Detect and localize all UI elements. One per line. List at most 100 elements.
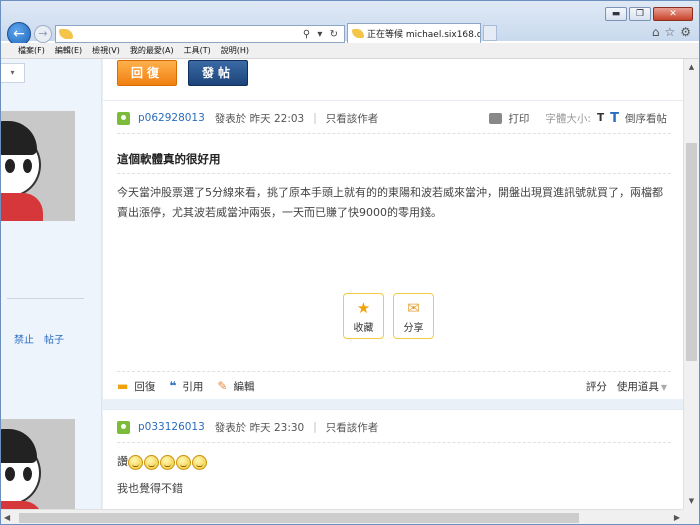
speech-bubble-icon: ▬ [117, 379, 129, 393]
printer-icon[interactable] [489, 112, 503, 124]
pencil-icon: ✎ [217, 379, 228, 393]
divider [117, 371, 671, 372]
menu-tools[interactable]: 工具(T) [184, 45, 211, 56]
gear-icon[interactable]: ⚙ [680, 25, 691, 39]
ban-link[interactable]: 禁止 [14, 331, 34, 346]
scroll-right-arrow[interactable]: ▶ [674, 510, 680, 524]
post-2: p033126013 發表於 昨天 23:30 | 只看該作者 讚 我也覺得不錯 [103, 409, 683, 509]
post-title: 這個軟體真的很好用 [117, 152, 221, 166]
edit-label: 編輯 [233, 380, 255, 393]
smiley-icon [192, 454, 207, 470]
scrollbar-corner [683, 509, 699, 524]
favorite-label: 收藏 [353, 323, 374, 334]
browser-tool-icons: ⌂ ☆ ⚙ [652, 25, 691, 39]
chevron-down-icon: ▼ [660, 382, 667, 392]
divider: | [313, 112, 317, 124]
post-1: p062928013 發表於 昨天 22:03 | 只看該作者 打印 字體大小:… [103, 101, 683, 399]
menu-bar: 檔案(F) 編輯(E) 檢視(V) 我的最愛(A) 工具(T) 說明(H) [1, 43, 699, 59]
posts-link[interactable]: 帖子 [44, 331, 64, 346]
post-time: 發表於 昨天 22:03 [214, 112, 305, 125]
tab-title: 正在等候 michael.six168.c... [367, 30, 481, 40]
quote-label: 引用 [182, 380, 204, 393]
quote-icon: ❝ [169, 379, 177, 393]
horizontal-scrollbar[interactable]: ◀ ▶ [1, 509, 683, 524]
divider [117, 173, 671, 174]
close-button[interactable]: ✕ [653, 7, 693, 21]
scroll-thumb[interactable] [686, 143, 697, 361]
menu-file[interactable]: 檔案(F) [18, 45, 45, 56]
quote-action[interactable]: ❝ 引用 [169, 379, 203, 394]
tab-favicon-icon [352, 29, 364, 38]
menu-view[interactable]: 檢視(V) [92, 45, 120, 56]
favorite-button[interactable]: ★ 收藏 [343, 293, 384, 339]
font-large-button[interactable]: T [610, 111, 619, 126]
font-small-button[interactable]: T [597, 112, 604, 124]
post-author[interactable]: p033126013 [138, 421, 205, 433]
page-viewport: ▾ 禁止 帖子 回復 發帖 p062928013 發表於 昨天 22:03 | … [1, 59, 683, 509]
browser-window: ▬ ❐ ✕ ← → ⚲ ▾ ↻ 正在等候 michael.six168.c...… [0, 0, 700, 525]
post-body-line2: 我也覺得不錯 [117, 482, 183, 495]
minimize-button[interactable]: ▬ [605, 7, 627, 21]
user-online-icon [117, 111, 130, 125]
reply-action[interactable]: ▬ 回復 [117, 379, 155, 394]
forward-button[interactable]: → [34, 25, 52, 43]
post-author[interactable]: p062928013 [138, 112, 205, 124]
post-body: 今天當沖股票選了5分線來看，挑了原本手頭上就有的的東陽和波若威來當沖，開盤出現買… [117, 186, 663, 219]
share-button[interactable]: ✉ 分享 [393, 293, 434, 339]
new-tab-button[interactable] [483, 25, 497, 41]
site-favicon-icon [59, 29, 73, 39]
home-icon[interactable]: ⌂ [652, 25, 660, 39]
smiley-icon [144, 454, 159, 470]
footer-right: 評分 使用道具 ▼ [586, 379, 667, 394]
only-author-link[interactable]: 只看該作者 [326, 420, 379, 435]
edit-action[interactable]: ✎ 編輯 [217, 379, 254, 394]
post-header: p033126013 發表於 昨天 23:30 | 只看該作者 [117, 418, 667, 436]
font-size-label: 字體大小: [545, 112, 591, 125]
window-controls: ▬ ❐ ✕ [605, 7, 693, 21]
address-controls[interactable]: ⚲ ▾ ↻ [303, 29, 340, 40]
post-button-bar: 回復 發帖 [103, 59, 683, 101]
post-time: 發表於 昨天 23:30 [214, 421, 305, 434]
smiley-icon [128, 454, 143, 470]
envelope-icon: ✉ [407, 299, 420, 317]
scroll-left-arrow[interactable]: ◀ [4, 510, 10, 524]
post-header: p062928013 發表於 昨天 22:03 | 只看該作者 打印 字體大小:… [117, 109, 667, 127]
reverse-order-link[interactable]: 倒序看帖 [625, 111, 667, 126]
only-author-link[interactable]: 只看該作者 [326, 111, 379, 126]
author-sidebar: ▾ 禁止 帖子 [1, 59, 102, 509]
menu-help[interactable]: 說明(H) [221, 45, 249, 56]
reply-label: 回復 [134, 380, 156, 393]
left-dropdown[interactable]: ▾ [1, 63, 25, 83]
smiley-icon [160, 454, 175, 470]
maximize-button[interactable]: ❐ [629, 7, 651, 21]
print-link[interactable]: 打印 [508, 111, 529, 126]
divider: | [313, 421, 317, 433]
smiley-icon [176, 454, 191, 470]
share-label: 分享 [403, 323, 424, 334]
user-online-icon [117, 420, 130, 434]
divider [117, 442, 671, 443]
new-post-button[interactable]: 發帖 [188, 60, 248, 86]
avatar[interactable] [1, 111, 75, 221]
menu-favorites[interactable]: 我的最愛(A) [130, 45, 174, 56]
post-tools: 打印 字體大小: T T 倒序看帖 [489, 111, 667, 126]
avatar[interactable] [1, 419, 75, 509]
title-bar: ▬ ❐ ✕ ← → ⚲ ▾ ↻ 正在等候 michael.six168.c...… [1, 1, 699, 46]
vertical-scrollbar[interactable]: ▲ ▼ [683, 59, 699, 509]
divider [117, 133, 671, 134]
scroll-thumb-h[interactable] [19, 513, 579, 523]
post-footer: ▬ 回復 ❝ 引用 ✎ 編輯 評分 使用道具 ▼ [117, 377, 667, 395]
sidebar-links: 禁止 帖子 [14, 331, 64, 346]
scroll-up-arrow[interactable]: ▲ [684, 59, 699, 75]
favorites-star-icon[interactable]: ☆ [664, 25, 675, 39]
post-body-line1: 讚 [117, 453, 208, 470]
reply-button[interactable]: 回復 [117, 60, 177, 86]
scroll-down-arrow[interactable]: ▼ [684, 493, 699, 509]
rate-link[interactable]: 評分 [586, 379, 607, 394]
menu-edit[interactable]: 編輯(E) [55, 45, 82, 56]
browser-tab[interactable]: 正在等候 michael.six168.c... × [347, 23, 481, 43]
star-icon: ★ [356, 299, 371, 317]
use-tools-link[interactable]: 使用道具 ▼ [617, 379, 667, 394]
sidebar-divider [7, 298, 84, 299]
address-bar[interactable]: ⚲ ▾ ↻ [55, 25, 345, 43]
